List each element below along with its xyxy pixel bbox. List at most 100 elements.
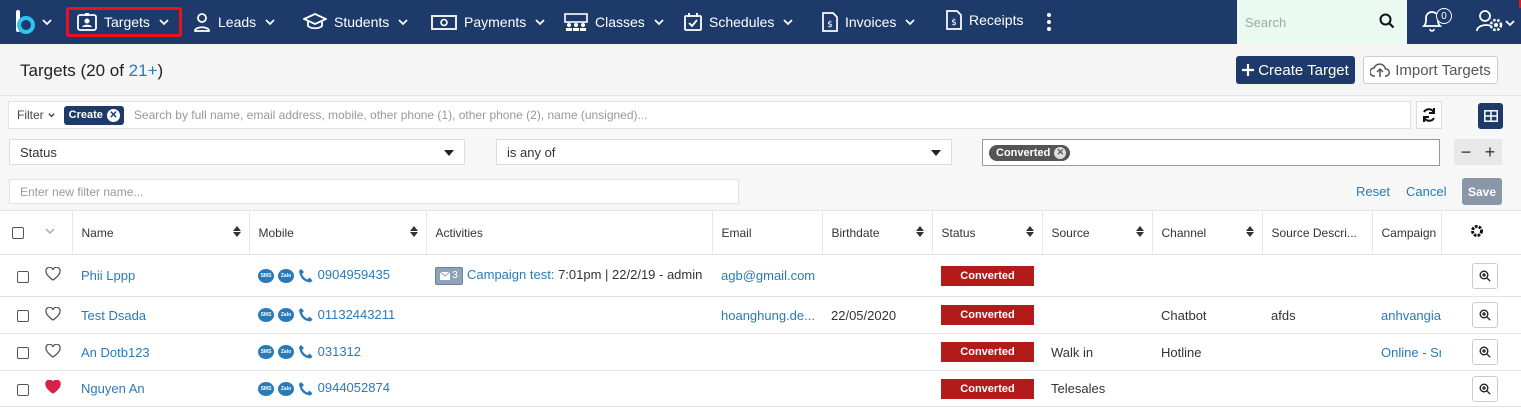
source-value: Walk in [1051,344,1094,360]
nav-item-targets[interactable]: Targets [66,7,182,37]
campaign-cell [1372,254,1441,297]
row-checkbox[interactable] [17,347,29,360]
column-header-mobile[interactable]: Mobile [249,210,427,255]
filter-value-input[interactable]: Converted ✕ [982,139,1440,166]
table-row[interactable]: An Dotb123 SMS Zalo 031312 Converted Walk… [0,333,1521,371]
receipt-icon: $ [946,10,962,30]
phone-icon[interactable] [298,344,314,360]
view-details-button[interactable] [1472,262,1498,289]
view-details-button[interactable] [1472,375,1498,402]
target-name-link[interactable]: Nguyen An [81,381,145,396]
filter-name-input[interactable] [9,179,739,204]
column-header-email: Email [712,210,823,255]
mobile-number-link[interactable]: 031312 [318,344,361,359]
nav-item-schedules[interactable]: Schedules [684,7,795,37]
row-action-cell [1441,254,1521,297]
filter-row-controls: − + [1454,139,1502,165]
target-name-link[interactable]: Test Dsada [81,308,146,323]
chevron-down-icon[interactable] [44,225,56,237]
remove-value-icon[interactable]: ✕ [1054,146,1067,159]
sms-icon[interactable]: SMS [258,308,274,323]
column-header-label: Campaign [1381,225,1437,240]
zalo-icon[interactable]: Zalo [278,381,294,396]
more-vertical-icon[interactable] [1046,13,1052,34]
app-logo[interactable] [14,8,62,36]
notifications-button[interactable]: 0 [1420,6,1452,37]
row-checkbox[interactable] [17,310,29,323]
email-link[interactable]: hoanghung.de... [721,308,815,323]
create-target-button[interactable]: Create Target [1236,56,1355,84]
settings-menu[interactable] [1476,9,1516,38]
gear-icon[interactable] [1470,224,1484,238]
column-layout-button[interactable] [1478,103,1503,129]
sms-icon[interactable]: SMS [258,268,274,283]
refresh-button[interactable] [1416,101,1442,129]
row-action-cell [1441,370,1521,407]
reset-link[interactable]: Reset [1356,184,1390,199]
column-header-source[interactable]: Source [1042,210,1153,255]
contact-card-icon [77,13,97,31]
heart-icon[interactable] [45,306,61,321]
table-row[interactable]: Phii Lppp SMS Zalo 0904959435 3 Campaign t… [0,254,1521,297]
email-activity-badge[interactable]: 3 [435,266,463,285]
total-count-link[interactable]: 21+ [129,61,158,80]
add-row-icon[interactable]: + [1485,142,1496,163]
filter-operator-select[interactable]: is any of [496,139,952,165]
import-targets-button[interactable]: Import Targets [1363,56,1498,84]
target-name-link[interactable]: An Dotb123 [81,345,150,360]
select-all-checkbox[interactable] [12,227,24,240]
column-header-status[interactable]: Status [932,210,1043,255]
source-description-cell [1262,333,1372,371]
zalo-icon[interactable]: Zalo [278,308,294,323]
status-cell: Converted [932,333,1042,371]
campaign-link[interactable]: anhvangiac [1381,308,1441,323]
remove-filter-icon[interactable]: ✕ [106,108,120,122]
filter-operator-value: is any of [507,144,556,160]
filter-search-input[interactable] [133,108,1410,122]
sort-icon [1245,226,1254,237]
target-name-link[interactable]: Phii Lppp [81,268,135,283]
heart-icon[interactable] [45,379,61,394]
phone-icon[interactable] [298,268,314,284]
nav-item-classes[interactable]: Classes [564,7,666,37]
view-details-button[interactable] [1472,302,1498,328]
email-link[interactable]: agb@gmail.com [721,268,815,283]
filter-field-select[interactable]: Status [9,139,465,165]
activity-campaign-link[interactable]: Campaign test: [467,267,554,282]
nav-item-receipts[interactable]: $ Receipts [946,5,1023,35]
row-checkbox[interactable] [17,270,29,283]
table-row[interactable]: Nguyen An SMS Zalo 0944052874 Converted T… [0,370,1521,407]
nav-item-students[interactable]: Students [303,7,410,37]
save-filter-button[interactable]: Save [1462,178,1502,205]
row-checkbox[interactable] [17,383,29,396]
remove-row-icon[interactable]: − [1461,142,1472,163]
cancel-link[interactable]: Cancel [1406,184,1446,199]
mobile-number-link[interactable]: 0904959435 [318,267,390,282]
heart-icon[interactable] [45,266,61,281]
page-header: Targets (20 of 21+) Create Target Import… [0,44,1521,96]
phone-icon[interactable] [298,381,314,397]
filter-dropdown[interactable]: Filter [9,108,64,122]
nav-item-leads[interactable]: Leads [193,7,277,37]
mobile-number-link[interactable]: 01132443211 [318,307,396,322]
column-header-birthdate[interactable]: Birthdate [822,210,933,255]
view-details-button[interactable] [1472,339,1498,365]
sms-icon[interactable]: SMS [258,345,274,360]
nav-item-invoices[interactable]: $ Invoices [822,7,917,37]
global-search-input[interactable] [1245,14,1375,30]
nav-item-payments[interactable]: Payments [431,7,547,37]
active-filter-tag: Create ✕ [63,105,124,125]
heart-icon[interactable] [45,343,61,358]
search-icon[interactable] [1379,13,1395,29]
phone-icon[interactable] [298,307,314,323]
mobile-number-link[interactable]: 0944052874 [318,380,390,395]
zalo-icon[interactable]: Zalo [278,345,294,360]
column-header-name[interactable]: Name [72,210,250,255]
column-header-channel[interactable]: Channel [1152,210,1263,255]
sms-icon[interactable]: SMS [258,381,274,396]
caret-down-icon [931,150,941,156]
zalo-icon[interactable]: Zalo [278,268,294,283]
table-row[interactable]: Test Dsada SMS Zalo 01132443211 hoanghung… [0,296,1521,334]
campaign-link[interactable]: Online - Sr [1381,345,1441,360]
contact-icons: SMS Zalo [258,307,314,323]
